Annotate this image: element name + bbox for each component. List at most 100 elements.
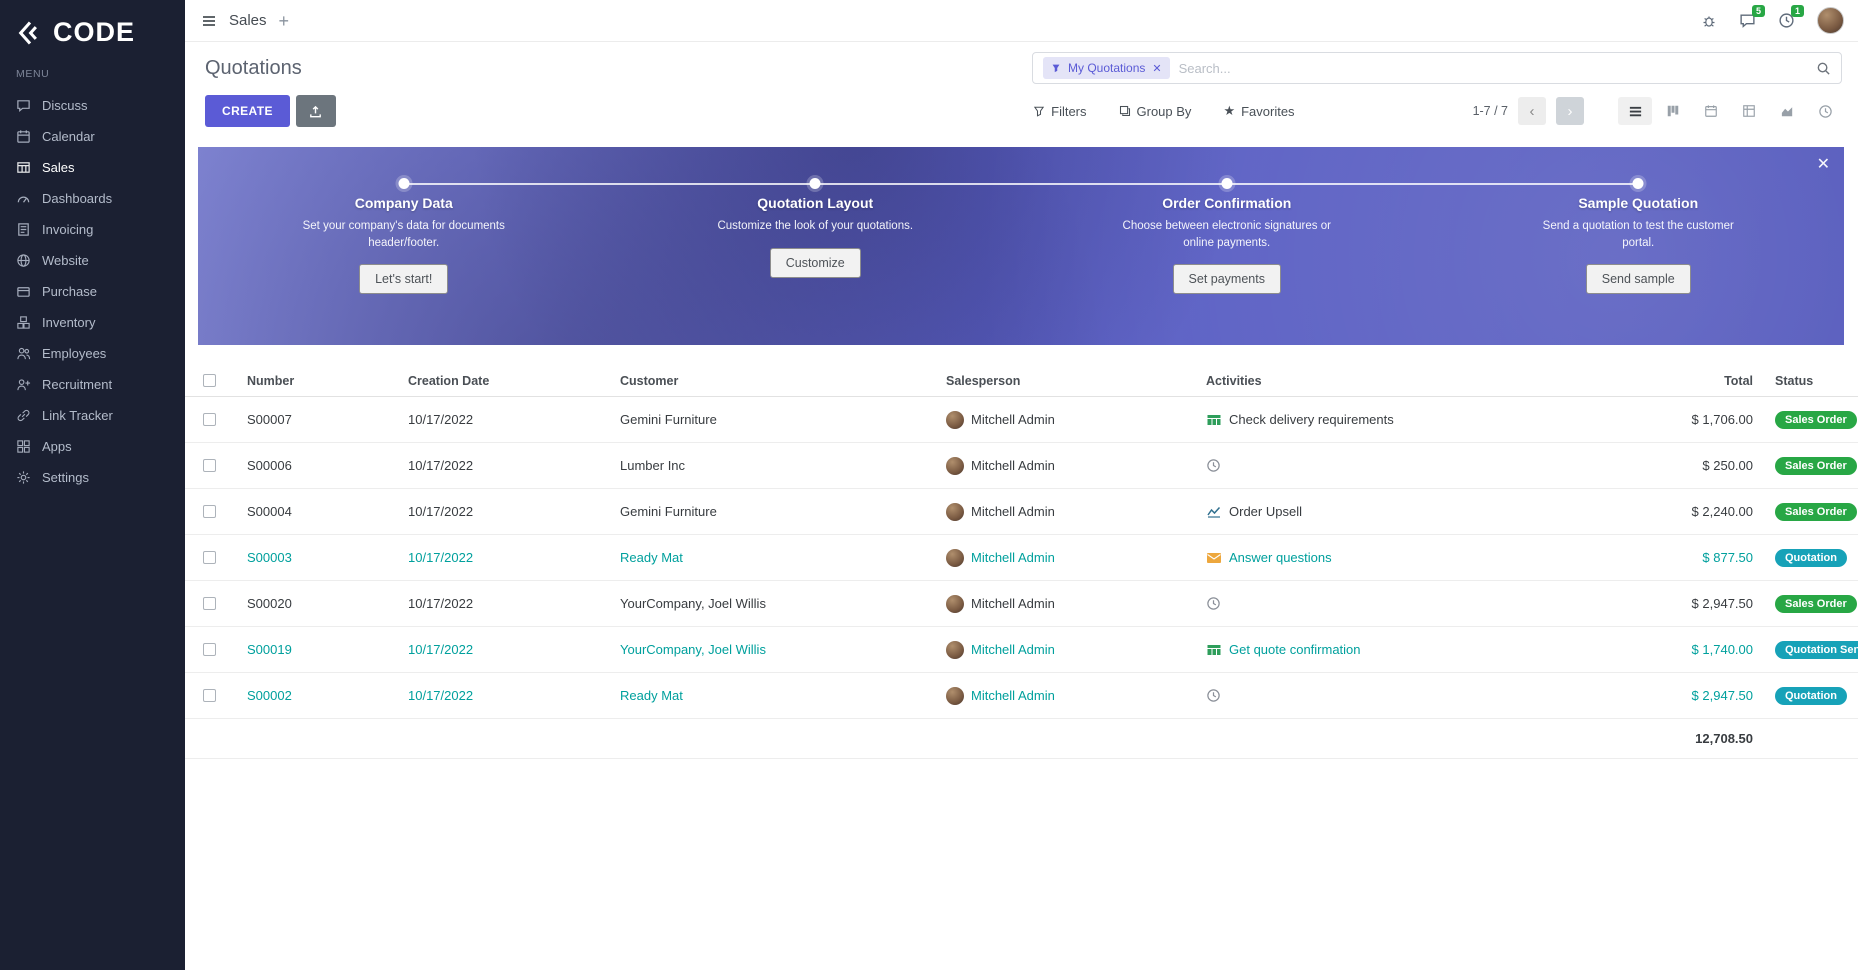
add-tab-icon[interactable]: + <box>279 12 290 30</box>
column-header-customer[interactable]: Customer <box>600 374 930 388</box>
globe-icon <box>16 253 31 268</box>
customer-name: Ready Mat <box>600 688 930 703</box>
column-header-number[interactable]: Number <box>233 374 388 388</box>
list-view-button[interactable] <box>1618 97 1652 125</box>
envelope-activity-icon <box>1206 550 1222 566</box>
set-payments-button[interactable]: Set payments <box>1173 264 1281 294</box>
table-row[interactable]: S00002 10/17/2022 Ready Mat Mitchell Adm… <box>185 673 1858 719</box>
favorites-label: Favorites <box>1241 104 1294 119</box>
send-sample-button[interactable]: Send sample <box>1586 264 1691 294</box>
search-option-buttons: Filters Group By ★ Favorites <box>1033 103 1294 119</box>
pivot-view-icon <box>1742 104 1756 118</box>
sidebar-item-website[interactable]: Website <box>0 245 185 276</box>
step-dot <box>1633 178 1644 189</box>
kanban-view-button[interactable] <box>1656 97 1690 125</box>
create-button[interactable]: CREATE <box>205 95 290 127</box>
brand-logo[interactable]: CODE <box>0 0 185 66</box>
table-row[interactable]: S00020 10/17/2022 YourCompany, Joel Will… <box>185 581 1858 627</box>
row-checkbox[interactable] <box>203 413 216 426</box>
table-row[interactable]: S00007 10/17/2022 Gemini Furniture Mitch… <box>185 397 1858 443</box>
sidebar-item-apps[interactable]: Apps <box>0 431 185 462</box>
status-badge: Sales Order <box>1775 503 1857 521</box>
search-bar[interactable]: My Quotations ✕ <box>1032 52 1842 84</box>
messages-icon[interactable]: 5 <box>1739 12 1756 29</box>
pager-next-button[interactable]: › <box>1556 97 1584 125</box>
lets-start-button[interactable]: Let's start! <box>359 264 448 294</box>
debug-bug-icon[interactable] <box>1701 13 1717 29</box>
upload-icon <box>308 104 323 119</box>
favorites-button[interactable]: ★ Favorites <box>1223 103 1294 119</box>
activity-clock-icon[interactable]: 1 <box>1778 12 1795 29</box>
sidebar-item-employees[interactable]: Employees <box>0 338 185 369</box>
pager-previous-button[interactable]: ‹ <box>1518 97 1546 125</box>
row-checkbox[interactable] <box>203 597 216 610</box>
activity-cell[interactable] <box>1192 458 1643 473</box>
activity-cell[interactable]: Check delivery requirements <box>1192 412 1643 428</box>
activity-cell[interactable]: Answer questions <box>1192 550 1643 566</box>
sidebar-item-label: Purchase <box>42 284 97 299</box>
filters-button[interactable]: Filters <box>1033 104 1086 119</box>
sidebar-item-discuss[interactable]: Discuss <box>0 90 185 121</box>
activity-cell[interactable]: Order Upsell <box>1192 504 1643 520</box>
export-button[interactable] <box>296 95 336 127</box>
column-header-creation-date[interactable]: Creation Date <box>388 374 600 388</box>
activity-cell[interactable] <box>1192 688 1643 703</box>
sidebar-item-label: Invoicing <box>42 222 93 237</box>
table-row[interactable]: S00019 10/17/2022 YourCompany, Joel Will… <box>185 627 1858 673</box>
creation-date: 10/17/2022 <box>388 412 600 427</box>
activity-cell[interactable]: Get quote confirmation <box>1192 642 1643 658</box>
column-header-activities[interactable]: Activities <box>1192 374 1643 388</box>
boxes-icon <box>16 315 31 330</box>
row-checkbox[interactable] <box>203 643 216 656</box>
search-filter-chip[interactable]: My Quotations ✕ <box>1043 57 1170 79</box>
select-all-checkbox[interactable] <box>203 374 216 387</box>
table-row[interactable]: S00003 10/17/2022 Ready Mat Mitchell Adm… <box>185 535 1858 581</box>
customize-button[interactable]: Customize <box>770 248 861 278</box>
column-header-status[interactable]: Status <box>1763 374 1858 388</box>
sidebar-item-calendar[interactable]: Calendar <box>0 121 185 152</box>
sidebar-item-purchase[interactable]: Purchase <box>0 276 185 307</box>
table-row[interactable]: S00006 10/17/2022 Lumber Inc Mitchell Ad… <box>185 443 1858 489</box>
breadcrumb: Quotations <box>205 57 302 80</box>
onboarding-step-order-confirmation: Order Confirmation Choose between electr… <box>1021 147 1433 345</box>
graph-view-icon <box>1780 104 1795 119</box>
row-checkbox[interactable] <box>203 505 216 518</box>
salesperson-avatar <box>946 457 964 475</box>
sidebar-item-recruitment[interactable]: Recruitment <box>0 369 185 400</box>
column-header-salesperson[interactable]: Salesperson <box>930 374 1192 388</box>
creation-date: 10/17/2022 <box>388 550 600 565</box>
document-icon <box>16 222 31 237</box>
sidebar-item-sales[interactable]: Sales <box>0 152 185 183</box>
sidebar-item-settings[interactable]: Settings <box>0 462 185 493</box>
activity-view-button[interactable] <box>1808 97 1842 125</box>
user-avatar[interactable] <box>1817 7 1844 34</box>
quotations-table: Number Creation Date Customer Salesperso… <box>185 365 1858 759</box>
row-checkbox[interactable] <box>203 689 216 702</box>
group-by-button[interactable]: Group By <box>1119 104 1192 119</box>
chart-activity-icon <box>1206 504 1222 520</box>
filter-funnel-icon <box>1051 63 1061 73</box>
calendar-view-button[interactable] <box>1694 97 1728 125</box>
sidebar-item-dashboards[interactable]: Dashboards <box>0 183 185 214</box>
salesperson-name: Mitchell Admin <box>971 688 1055 703</box>
pivot-view-button[interactable] <box>1732 97 1766 125</box>
row-checkbox[interactable] <box>203 459 216 472</box>
search-icon[interactable] <box>1816 61 1831 76</box>
total-amount: $ 877.50 <box>1643 550 1763 565</box>
remove-filter-icon[interactable]: ✕ <box>1152 62 1161 75</box>
row-checkbox[interactable] <box>203 551 216 564</box>
customer-name: Ready Mat <box>600 550 930 565</box>
sidebar-item-link-tracker[interactable]: Link Tracker <box>0 400 185 431</box>
step-title: Order Confirmation <box>1162 195 1291 211</box>
graph-view-button[interactable] <box>1770 97 1804 125</box>
search-input[interactable] <box>1179 61 1807 76</box>
column-header-total[interactable]: Total <box>1643 374 1763 388</box>
app-title[interactable]: Sales <box>229 12 267 29</box>
sidebar-item-invoicing[interactable]: Invoicing <box>0 214 185 245</box>
activity-cell[interactable] <box>1192 596 1643 611</box>
hamburger-menu-icon[interactable] <box>201 13 217 29</box>
table-row[interactable]: S00004 10/17/2022 Gemini Furniture Mitch… <box>185 489 1858 535</box>
table-footer-row: 12,708.50 <box>185 719 1858 759</box>
sidebar-item-inventory[interactable]: Inventory <box>0 307 185 338</box>
chat-icon <box>16 98 31 113</box>
